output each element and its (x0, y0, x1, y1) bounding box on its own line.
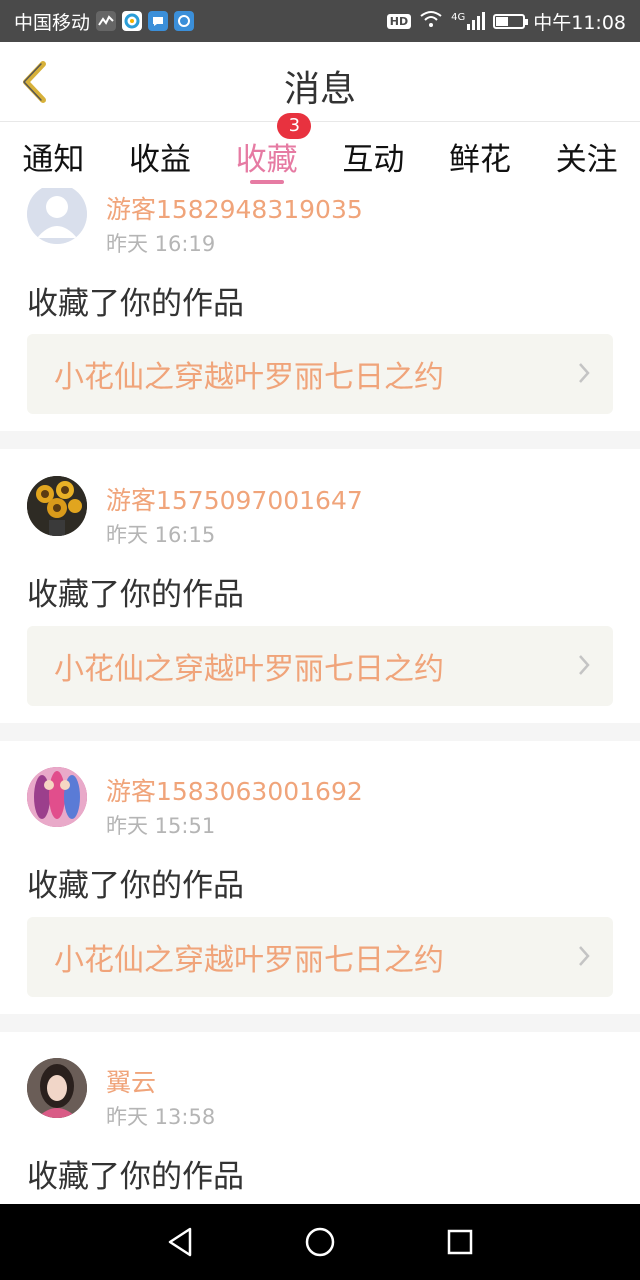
tab-favorites[interactable]: 收藏 3 (213, 113, 320, 188)
message-list[interactable]: 游客1582948319035 昨天 16:19 收藏了你的作品 小花仙之穿越叶… (0, 188, 640, 1204)
action-text: 收藏了你的作品 (27, 868, 244, 904)
work-link[interactable]: 小花仙之穿越叶罗丽七日之约 (27, 917, 613, 997)
timestamp: 昨天 16:19 (106, 232, 216, 256)
status-bar: 中国移动 HD 4G 中午11:08 (0, 0, 640, 42)
back-triangle-icon (168, 1227, 192, 1257)
tab-label: 关注 (555, 142, 618, 178)
tab-interactions[interactable]: 互动 (320, 122, 427, 188)
recent-square-icon (447, 1229, 473, 1255)
tab-label: 鲜花 (449, 142, 512, 178)
tab-flowers[interactable]: 鲜花 (427, 122, 534, 188)
tab-label: 收藏 (235, 142, 298, 178)
wifi-icon (419, 10, 443, 33)
avatar[interactable] (27, 476, 87, 536)
work-link[interactable]: 小花仙之穿越叶罗丽七日之约 (27, 626, 613, 706)
tab-earnings[interactable]: 收益 (107, 122, 214, 188)
default-avatar-icon (27, 188, 87, 244)
browser-app-icon (122, 11, 143, 31)
home-circle-icon (305, 1227, 335, 1257)
tab-label: 收益 (129, 142, 191, 178)
message-card: 翼云 昨天 13:58 收藏了你的作品 (0, 1032, 640, 1204)
work-title: 小花仙之穿越叶罗丽七日之约 (54, 652, 444, 687)
sunflower-avatar-icon (27, 476, 87, 536)
nav-back-button[interactable] (150, 1212, 210, 1272)
username[interactable]: 游客1582948319035 (106, 190, 363, 226)
message-card: 游客1575097001647 昨天 16:15 收藏了你的作品 小花仙之穿越叶… (0, 449, 640, 723)
avatar[interactable] (27, 1058, 87, 1118)
carrier-name: 中国移动 (14, 11, 91, 34)
work-title: 小花仙之穿越叶罗丽七日之约 (54, 360, 444, 395)
avatar[interactable] (27, 188, 87, 244)
clock: 中午11:08 (533, 11, 626, 34)
unread-badge: 3 (277, 113, 312, 139)
timestamp: 昨天 13:58 (106, 1105, 216, 1129)
nav-home-button[interactable] (290, 1212, 350, 1272)
chart-app-icon (96, 11, 117, 31)
signal-icon: 4G (451, 12, 486, 30)
chevron-right-icon (579, 655, 590, 675)
timestamp: 昨天 15:51 (106, 814, 216, 838)
active-tab-indicator (249, 180, 284, 184)
tab-follows[interactable]: 关注 (533, 122, 640, 188)
qq-app-icon (174, 11, 195, 31)
nav-recent-button[interactable] (430, 1212, 490, 1272)
username[interactable]: 游客1583063001692 (106, 772, 363, 808)
hd-badge: HD (386, 13, 412, 29)
work-link[interactable]: 小花仙之穿越叶罗丽七日之约 (27, 334, 613, 414)
username[interactable]: 游客1575097001647 (106, 481, 363, 517)
chevron-right-icon (579, 946, 590, 966)
work-title: 小花仙之穿越叶罗丽七日之约 (54, 943, 444, 978)
username[interactable]: 翼云 (106, 1063, 156, 1099)
anime-avatar-icon (27, 767, 87, 827)
tab-bar: 通知 收益 收藏 3 互动 鲜花 关注 (0, 113, 640, 188)
timestamp: 昨天 16:15 (106, 523, 216, 547)
action-text: 收藏了你的作品 (27, 286, 244, 322)
battery-icon (493, 13, 529, 29)
header: 消息 (0, 42, 640, 122)
message-card: 游客1583063001692 昨天 15:51 收藏了你的作品 小花仙之穿越叶… (0, 741, 640, 1014)
tab-notifications[interactable]: 通知 (0, 122, 107, 188)
avatar[interactable] (27, 767, 87, 827)
message-card: 游客1582948319035 昨天 16:19 收藏了你的作品 小花仙之穿越叶… (0, 188, 640, 431)
message-app-icon (148, 11, 169, 31)
page-title: 消息 (283, 69, 356, 110)
tab-label: 通知 (22, 142, 85, 178)
chevron-right-icon (579, 363, 590, 383)
portrait-avatar-icon (27, 1058, 87, 1118)
action-text: 收藏了你的作品 (27, 577, 244, 613)
network-type: 4G (451, 12, 466, 23)
tab-label: 互动 (342, 142, 405, 178)
action-text: 收藏了你的作品 (27, 1159, 244, 1195)
system-nav-bar (0, 1204, 640, 1280)
